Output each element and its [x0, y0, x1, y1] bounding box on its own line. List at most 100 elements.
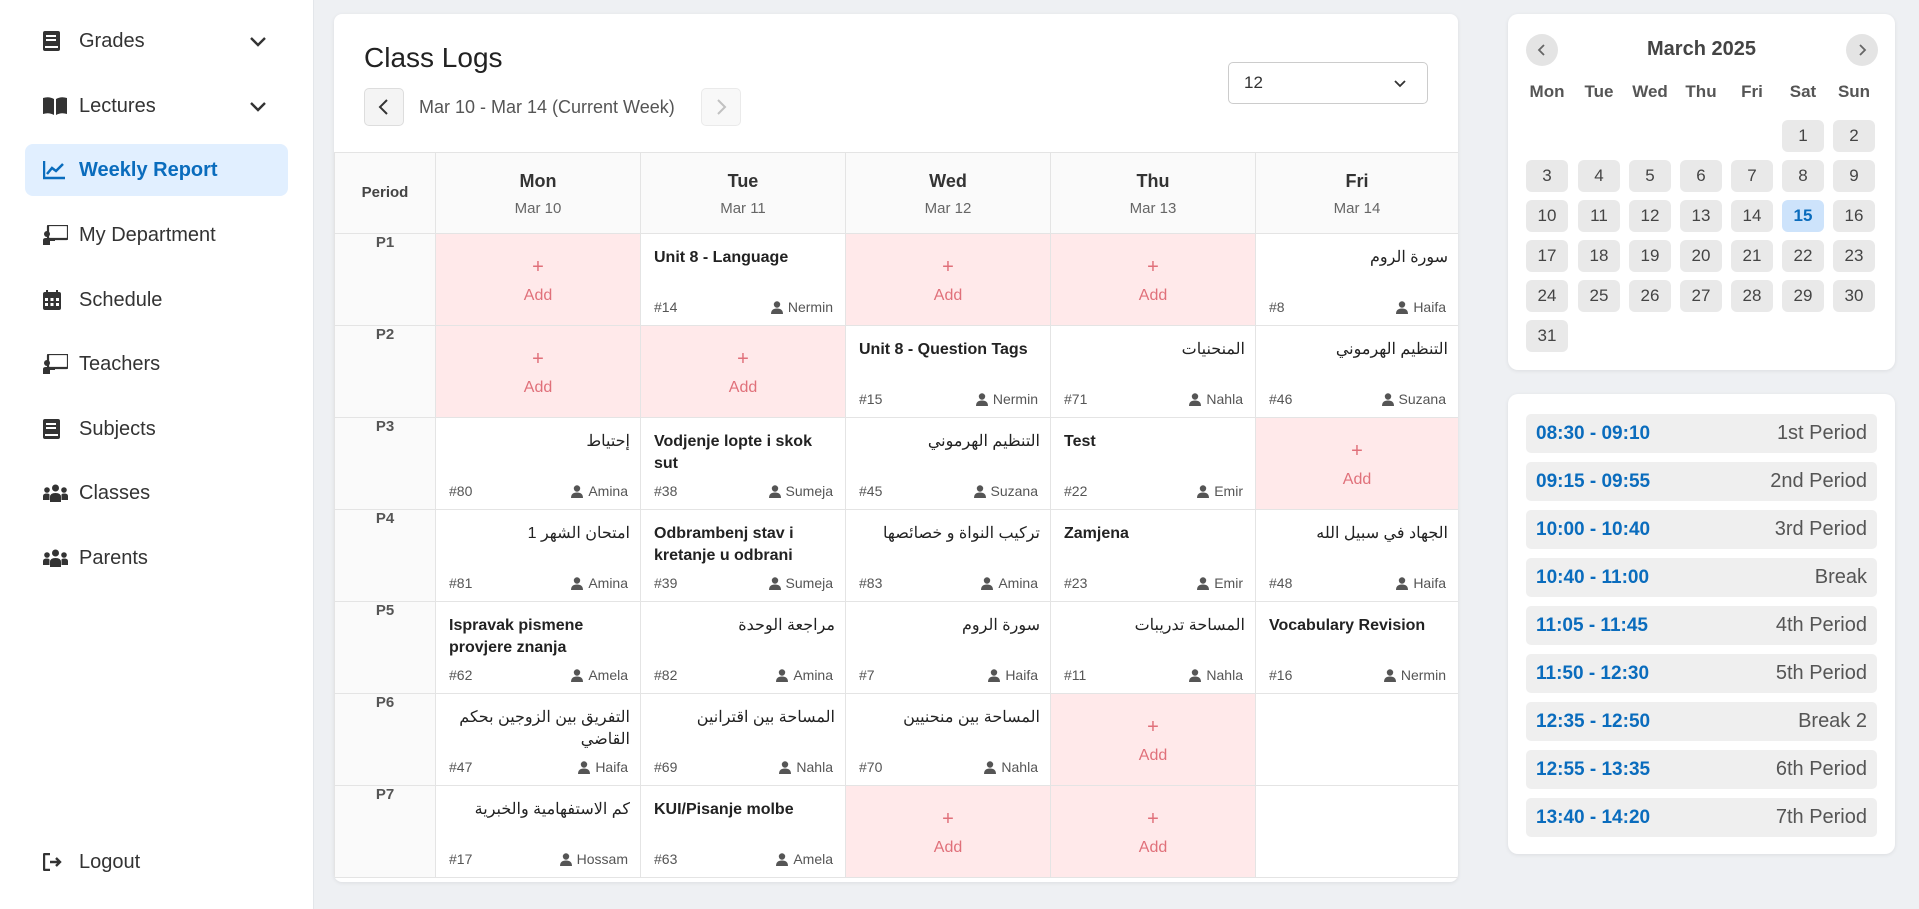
- teacher-name: Amina: [793, 667, 833, 683]
- log-number: #48: [1269, 575, 1293, 591]
- prev-week-button[interactable]: [364, 88, 404, 126]
- add-log-button[interactable]: + Add: [1050, 785, 1256, 878]
- log-teacher: Nahla: [1189, 391, 1243, 407]
- log-entry-cell[interactable]: إحتياط #80 Amina: [435, 417, 641, 510]
- calendar-day[interactable]: 10: [1526, 200, 1568, 232]
- log-entry-cell[interactable]: المساحة تدريبات #11 Nahla: [1050, 601, 1256, 694]
- log-entry-cell[interactable]: Vodjenje lopte i skok sut #38 Sumeja: [640, 417, 846, 510]
- sidebar-item-weekly-report[interactable]: Weekly Report: [25, 144, 288, 196]
- add-log-button[interactable]: + Add: [640, 325, 846, 418]
- log-entry-cell[interactable]: الجهاد في سبيل الله #48 Haifa: [1255, 509, 1458, 602]
- sidebar-item-my-department[interactable]: My Department: [25, 209, 288, 261]
- calendar-day[interactable]: 2: [1833, 120, 1875, 152]
- sidebar-item-classes[interactable]: Classes: [25, 467, 288, 519]
- calendar-day[interactable]: 23: [1833, 240, 1875, 272]
- add-log-button[interactable]: + Add: [1255, 417, 1458, 510]
- log-entry-cell[interactable]: Zamjena #23 Emir: [1050, 509, 1256, 602]
- log-number: #69: [654, 759, 678, 775]
- log-entry-cell[interactable]: تركيب النواة و خصائصها #83 Amina: [845, 509, 1051, 602]
- weekday-label: Mon: [1529, 82, 1565, 101]
- calendar-day[interactable]: 9: [1833, 160, 1875, 192]
- calendar-day[interactable]: 28: [1731, 280, 1773, 312]
- log-entry-cell[interactable]: مراجعة الوحدة #82 Amina: [640, 601, 846, 694]
- calendar-day[interactable]: 24: [1526, 280, 1568, 312]
- calendar-day[interactable]: 7: [1731, 160, 1773, 192]
- calendar-day[interactable]: 6: [1680, 160, 1722, 192]
- log-teacher: Sumeja: [768, 575, 833, 591]
- log-entry-cell[interactable]: KUI/Pisanje molbe #63 Amela: [640, 785, 846, 878]
- calendar-day[interactable]: 30: [1833, 280, 1875, 312]
- sidebar-item-parents[interactable]: Parents: [25, 532, 288, 584]
- teacher-name: Amela: [588, 667, 628, 683]
- log-entry-cell[interactable]: Unit 8 - Language #14 Nermin: [640, 233, 846, 326]
- sidebar-item-schedule[interactable]: Schedule: [25, 274, 288, 326]
- sidebar-item-subjects[interactable]: Subjects: [25, 403, 288, 455]
- teacher-name: Hossam: [576, 851, 628, 867]
- log-entry-cell[interactable]: Vocabulary Revision #16 Nermin: [1255, 601, 1458, 694]
- period-name: 1st Period: [1776, 422, 1867, 444]
- logout-button[interactable]: Logout: [25, 836, 288, 888]
- weekday-label: Sat: [1789, 82, 1817, 101]
- log-entry-cell[interactable]: المنحنيات #71 Nahla: [1050, 325, 1256, 418]
- log-number: #39: [654, 575, 678, 591]
- teacher-name: Suzana: [990, 483, 1038, 499]
- calendar-day[interactable]: 12: [1629, 200, 1671, 232]
- add-log-button[interactable]: + Add: [1050, 693, 1256, 786]
- log-entry-cell[interactable]: المساحة بين اقترانين #69 Nahla: [640, 693, 846, 786]
- add-log-button[interactable]: + Add: [1050, 233, 1256, 326]
- calendar-day[interactable]: 21: [1731, 240, 1773, 272]
- next-month-button[interactable]: [1846, 34, 1878, 66]
- calendar-day[interactable]: 22: [1782, 240, 1824, 272]
- log-entry-cell[interactable]: Test #22 Emir: [1050, 417, 1256, 510]
- log-entry-cell[interactable]: التنظيم الهرموني #46 Suzana: [1255, 325, 1458, 418]
- calendar-day[interactable]: 1: [1782, 120, 1824, 152]
- teacher-name: Nahla: [1206, 667, 1243, 683]
- log-entry-cell[interactable]: Odbrambenj stav i kretanje u odbrani #39 S…: [640, 509, 846, 602]
- calendar-day[interactable]: 14: [1731, 200, 1773, 232]
- log-teacher: Amela: [571, 667, 628, 683]
- add-log-button[interactable]: + Add: [845, 233, 1051, 326]
- log-entry-cell[interactable]: سورة الروم #7 Haifa: [845, 601, 1051, 694]
- add-log-button[interactable]: + Add: [845, 785, 1051, 878]
- user-icon: [1396, 300, 1409, 314]
- calendar-day[interactable]: 18: [1578, 240, 1620, 272]
- calendar-day[interactable]: 29: [1782, 280, 1824, 312]
- log-entry-cell[interactable]: سورة الروم #8 Haifa: [1255, 233, 1458, 326]
- calendar-day[interactable]: 3: [1526, 160, 1568, 192]
- calendar-day[interactable]: 26: [1629, 280, 1671, 312]
- log-entry-cell[interactable]: Ispravak pismene provjere znanja #62 Amela: [435, 601, 641, 694]
- log-entry-cell[interactable]: التفريق بين الزوجين بحكم القاضي #47 Haifa: [435, 693, 641, 786]
- class-logs-card: Class Logs Mar 10 - Mar 14 (Current Week…: [334, 14, 1458, 882]
- teacher-name: Haifa: [1413, 575, 1446, 591]
- class-select[interactable]: 12: [1228, 62, 1428, 104]
- log-entry-cell[interactable]: كم الاستفهامية والخبرية #17 Hossam: [435, 785, 641, 878]
- calendar-day[interactable]: 27: [1680, 280, 1722, 312]
- add-log-button[interactable]: + Add: [435, 233, 641, 326]
- plus-icon: +: [942, 256, 954, 278]
- calendar-day[interactable]: 13: [1680, 200, 1722, 232]
- log-entry-cell[interactable]: Unit 8 - Question Tags #15 Nermin: [845, 325, 1051, 418]
- calendar-day[interactable]: 31: [1526, 320, 1568, 352]
- calendar-day-today[interactable]: 15: [1782, 200, 1824, 232]
- calendar-day[interactable]: 16: [1833, 200, 1875, 232]
- log-entry-cell[interactable]: امتحان الشهر 1 #81 Amina: [435, 509, 641, 602]
- log-number: #80: [449, 483, 473, 499]
- calendar-day[interactable]: 20: [1680, 240, 1722, 272]
- calendar-day[interactable]: 17: [1526, 240, 1568, 272]
- log-entry-cell[interactable]: التنظيم الهرموني #45 Suzana: [845, 417, 1051, 510]
- sidebar-item-lectures[interactable]: Lectures: [25, 80, 288, 132]
- calendar-day[interactable]: 8: [1782, 160, 1824, 192]
- next-week-button[interactable]: [701, 88, 741, 126]
- calendar-day[interactable]: 11: [1578, 200, 1620, 232]
- period-time: 11:05 - 11:45: [1536, 614, 1648, 636]
- add-log-button[interactable]: + Add: [435, 325, 641, 418]
- calendar-day[interactable]: 4: [1578, 160, 1620, 192]
- period-row: 13:40 - 14:20 7th Period: [1526, 798, 1877, 837]
- calendar-day[interactable]: 5: [1629, 160, 1671, 192]
- day-date: Mar 14: [1333, 200, 1381, 217]
- sidebar-item-teachers[interactable]: Teachers: [25, 338, 288, 390]
- calendar-day[interactable]: 25: [1578, 280, 1620, 312]
- calendar-day[interactable]: 19: [1629, 240, 1671, 272]
- log-entry-cell[interactable]: المساحة بين منحنيين #70 Nahla: [845, 693, 1051, 786]
- sidebar-item-grades[interactable]: Grades: [25, 15, 288, 67]
